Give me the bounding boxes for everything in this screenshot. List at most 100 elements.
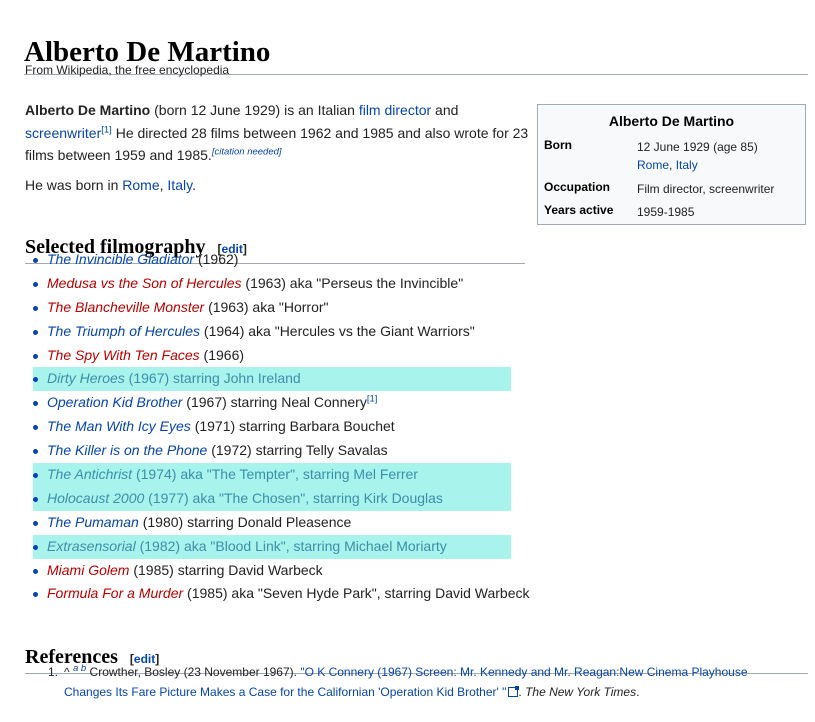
intro-paragraph: Alberto De Martino (born 12 June 1929) i… bbox=[25, 99, 530, 167]
film-details: (1967) starring John Ireland bbox=[124, 370, 301, 387]
bullet-icon bbox=[33, 592, 38, 598]
film-list-item: Holocaust 2000 (1977) aka "The Chosen", … bbox=[33, 486, 511, 511]
infobox-rome-link[interactable]: Rome bbox=[637, 158, 669, 172]
subject-name: Alberto De Martino bbox=[25, 102, 151, 118]
film-list-item: The Blancheville Monster (1963) aka "Hor… bbox=[33, 296, 511, 320]
film-details: (1980) starring Donald Pleasence bbox=[138, 513, 352, 530]
references-list: 1. ^ a b Crowther, Bosley (23 November 1… bbox=[48, 662, 768, 702]
film-title-link[interactable]: The Pumaman bbox=[47, 514, 139, 530]
reference-item: 1. ^ a b Crowther, Bosley (23 November 1… bbox=[48, 662, 768, 702]
film-details: (1977) aka "The Chosen", starring Kirk D… bbox=[144, 489, 443, 506]
bullet-icon bbox=[33, 473, 38, 479]
film-list-item: The Invincible Gladiator (1962) bbox=[33, 248, 511, 272]
film-details: (1963) aka "Horror" bbox=[204, 298, 329, 315]
bullet-icon bbox=[33, 496, 38, 502]
bullet-icon bbox=[33, 353, 38, 359]
bullet-icon bbox=[33, 281, 38, 287]
film-list-item: Extrasensorial (1982) aka "Blood Link", … bbox=[33, 534, 511, 559]
reference-link[interactable]: [1] bbox=[367, 394, 378, 405]
film-list-item: Medusa vs the Son of Hercules (1963) aka… bbox=[33, 272, 511, 296]
film-details: (1972) starring Telly Savalas bbox=[207, 442, 388, 459]
infobox-value: 12 June 1929 (age 85) Rome, Italy bbox=[637, 138, 806, 174]
bullet-icon bbox=[33, 568, 38, 574]
film-list-item: The Man With Icy Eyes (1971) starring Ba… bbox=[33, 415, 511, 439]
intro-text: and bbox=[431, 102, 459, 118]
film-list-item: Miami Golem (1985) starring David Warbec… bbox=[33, 559, 511, 583]
bullet-icon bbox=[33, 329, 38, 335]
infobox-value: 1959-1985 bbox=[637, 205, 695, 219]
film-details: (1985) starring David Warbeck bbox=[129, 561, 323, 578]
film-title-link[interactable]: Holocaust 2000 bbox=[47, 490, 144, 506]
rome-link[interactable]: Rome bbox=[122, 177, 159, 193]
bullet-icon bbox=[33, 425, 38, 431]
infobox-row-occupation: Occupation Film director, screenwriter bbox=[544, 180, 806, 198]
film-title-link[interactable]: Extrasensorial bbox=[47, 538, 136, 554]
film-details: (1971) starring Barbara Bouchet bbox=[190, 418, 395, 435]
infobox-label: Occupation bbox=[544, 180, 611, 194]
italy-link[interactable]: Italy bbox=[167, 177, 192, 193]
film-title-link[interactable]: The Spy With Ten Faces bbox=[47, 347, 200, 363]
film-director-link[interactable]: film director bbox=[359, 102, 431, 118]
bullet-icon bbox=[33, 258, 38, 263]
film-list-item: The Antichrist (1974) aka "The Tempter",… bbox=[33, 463, 511, 487]
film-list-item: Operation Kid Brother (1967) starring Ne… bbox=[33, 391, 511, 415]
film-title-link[interactable]: The Invincible Gladiator bbox=[47, 251, 194, 267]
period: . bbox=[192, 177, 196, 193]
bullet-icon bbox=[33, 544, 38, 550]
film-details: (1974) aka "The Tempter", starring Mel F… bbox=[132, 466, 418, 483]
reference-link[interactable]: [1] bbox=[101, 124, 112, 135]
film-title-link[interactable]: Dirty Heroes bbox=[47, 370, 125, 386]
film-list-item: Dirty Heroes (1967) starring John Irelan… bbox=[33, 367, 511, 392]
film-title-link[interactable]: The Killer is on the Phone bbox=[47, 442, 207, 458]
film-details: (1967) starring Neal Connery bbox=[182, 394, 367, 411]
born-text: He was born in bbox=[25, 177, 123, 193]
birthplace-paragraph: He was born in Rome, Italy. bbox=[25, 174, 196, 196]
film-details: (1963) aka "Perseus the Invincible" bbox=[241, 274, 464, 291]
film-details: (1982) aka "Blood Link", starring Michae… bbox=[135, 537, 447, 554]
film-title-link[interactable]: Medusa vs the Son of Hercules bbox=[47, 275, 242, 291]
infobox-value: Film director, screenwriter bbox=[637, 182, 775, 196]
bullet-icon bbox=[33, 377, 38, 383]
infobox-label: Years active bbox=[544, 203, 614, 217]
reference-publication: The New York Times bbox=[525, 685, 637, 699]
film-list-item: The Killer is on the Phone (1972) starri… bbox=[33, 439, 511, 463]
infobox-title: Alberto De Martino bbox=[608, 113, 735, 129]
film-list-item: The Pumaman (1980) starring Donald Pleas… bbox=[33, 511, 511, 535]
film-list-item: The Triumph of Hercules (1964) aka "Herc… bbox=[33, 320, 511, 344]
film-title-link[interactable]: Operation Kid Brother bbox=[47, 394, 182, 410]
backlink-a[interactable]: a bbox=[73, 663, 78, 674]
separator: , bbox=[669, 158, 676, 172]
film-title-link[interactable]: The Man With Icy Eyes bbox=[47, 418, 191, 434]
film-details: (1966) bbox=[199, 346, 245, 363]
intro-text: (born 12 June 1929) is an Italian bbox=[150, 102, 359, 118]
film-details: (1964) aka "Hercules vs the Giant Warrio… bbox=[200, 322, 475, 339]
period: . bbox=[636, 685, 640, 699]
film-details: (1985) aka "Seven Hyde Park", starring D… bbox=[183, 585, 530, 602]
infobox-row-years-active: Years active 1959-1985 bbox=[544, 203, 806, 221]
film-title-link[interactable]: The Blancheville Monster bbox=[47, 299, 204, 315]
filmography-list: The Invincible Gladiator (1962) Medusa vs… bbox=[33, 248, 633, 606]
bullet-icon bbox=[33, 305, 38, 311]
infobox-label: Born bbox=[544, 138, 572, 152]
tagline: From Wikipedia, the free encyclopedia bbox=[25, 63, 230, 77]
bullet-icon bbox=[33, 401, 38, 407]
film-list-item: The Spy With Ten Faces (1966) bbox=[33, 344, 511, 368]
screenwriter-link[interactable]: screenwriter bbox=[25, 125, 101, 141]
infobox: Alberto De Martino Born 12 June 1929 (ag… bbox=[537, 104, 806, 225]
bullet-icon bbox=[33, 520, 38, 526]
film-title-link[interactable]: The Triumph of Hercules bbox=[47, 323, 200, 339]
citation-needed-link[interactable]: [citation needed] bbox=[212, 146, 282, 157]
film-title-link[interactable]: The Antichrist bbox=[47, 466, 132, 482]
birth-date: 12 June 1929 (age 85) bbox=[637, 140, 758, 154]
reference-number: 1. bbox=[48, 665, 59, 679]
reference-author: Crowther, Bosley (23 November 1967). bbox=[86, 665, 301, 679]
film-details: (1962) bbox=[194, 251, 239, 267]
external-link-icon bbox=[508, 686, 520, 697]
birth-place: Rome, Italy bbox=[637, 156, 806, 174]
film-list-item: Formula For a Murder (1985) aka "Seven H… bbox=[33, 582, 530, 606]
bullet-icon bbox=[33, 449, 38, 455]
film-title-link[interactable]: Miami Golem bbox=[47, 562, 129, 578]
film-title-link[interactable]: Formula For a Murder bbox=[47, 585, 183, 601]
infobox-italy-link[interactable]: Italy bbox=[676, 158, 698, 172]
infobox-row-born: Born 12 June 1929 (age 85) Rome, Italy bbox=[544, 138, 806, 174]
